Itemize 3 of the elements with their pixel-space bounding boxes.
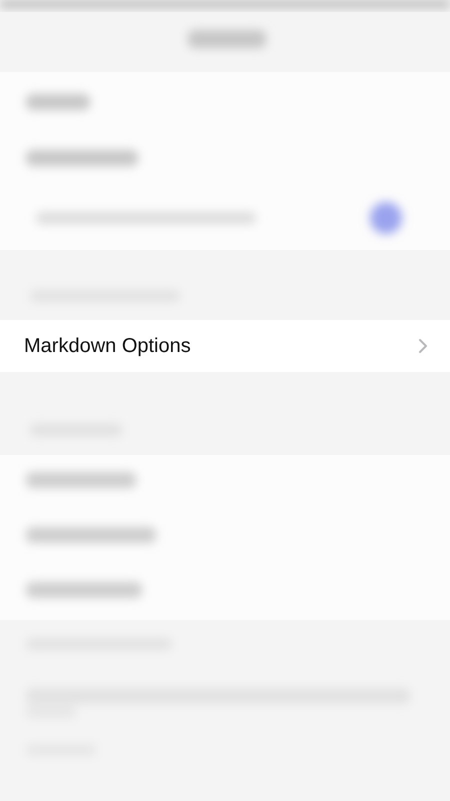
settings-row[interactable]: Markdown Options	[0, 320, 450, 372]
chevron-icon	[418, 338, 428, 354]
row-label: Markdown Options	[24, 334, 191, 359]
